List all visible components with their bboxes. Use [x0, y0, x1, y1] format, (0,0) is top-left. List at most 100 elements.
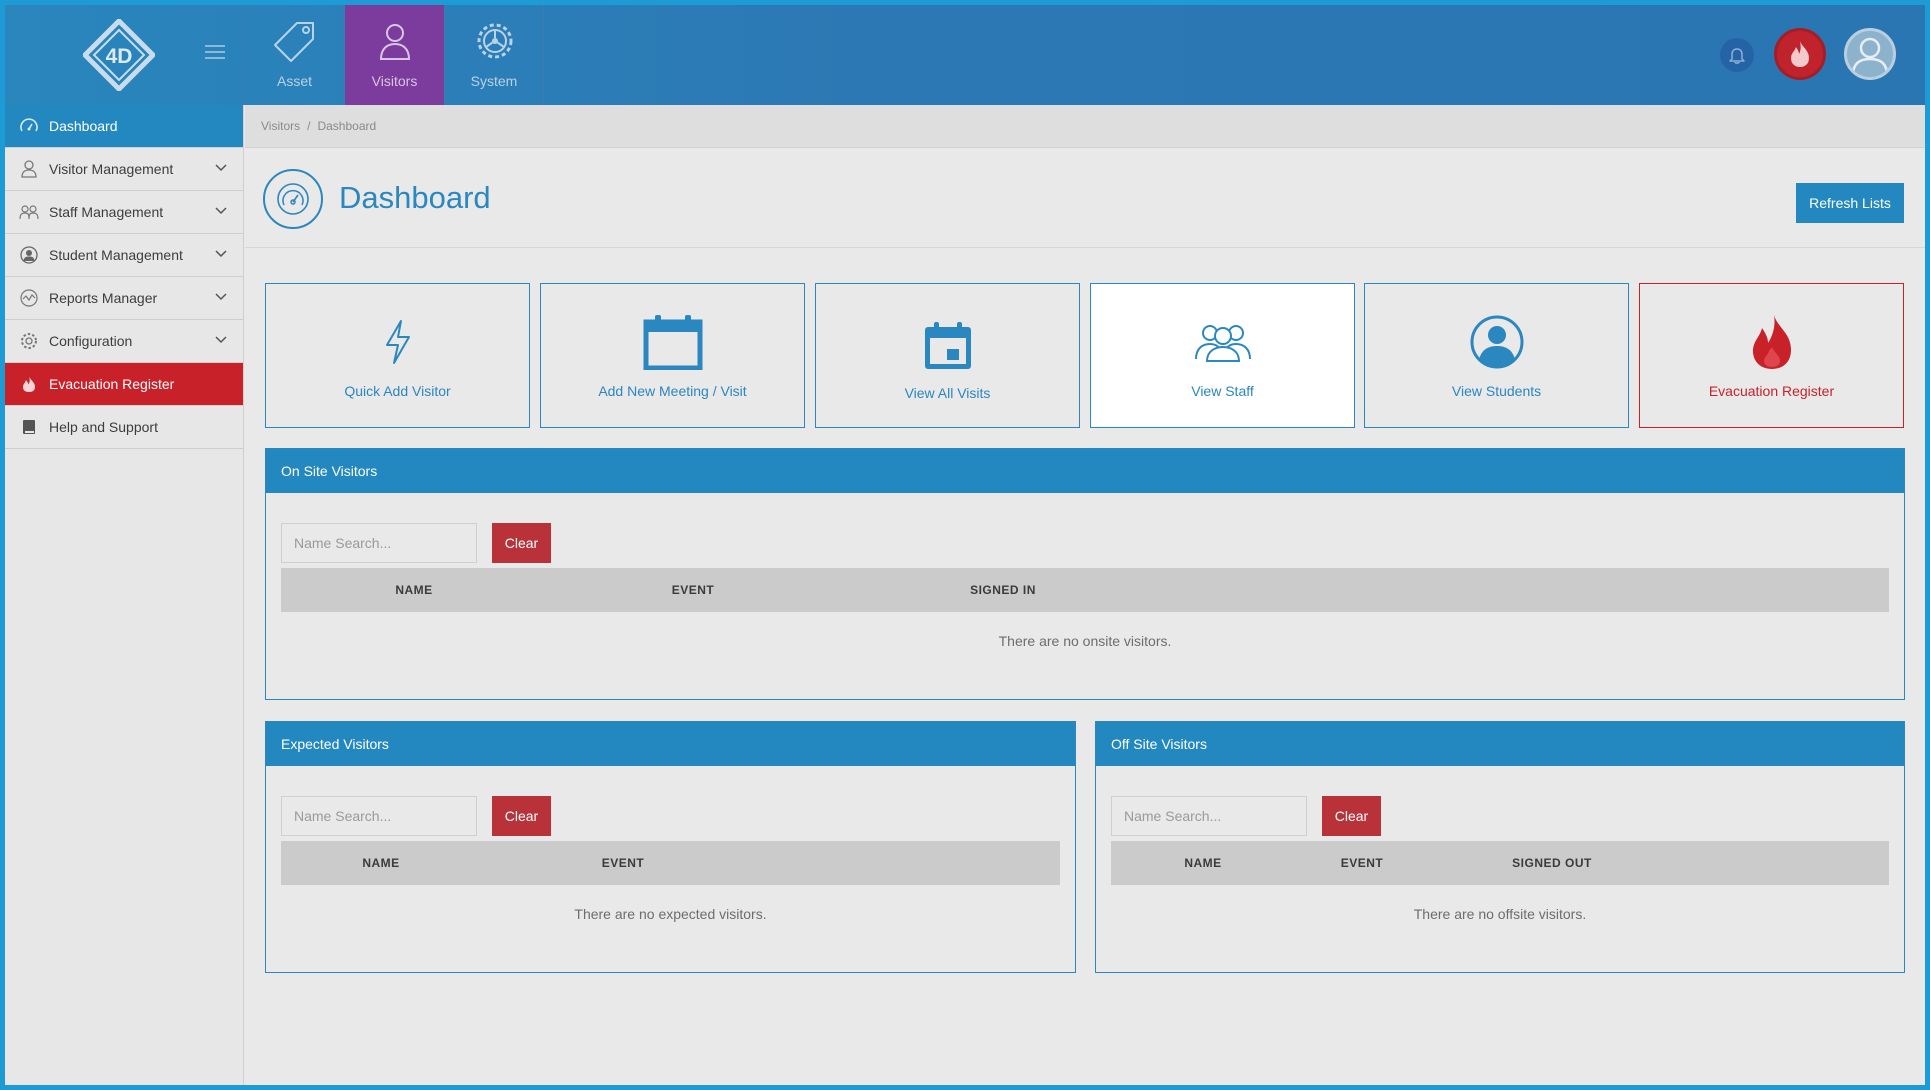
refresh-lists-button[interactable]: Refresh Lists	[1796, 183, 1904, 223]
name-search-input[interactable]	[1111, 796, 1307, 836]
column-header-name[interactable]: NAME	[395, 583, 432, 597]
fire-icon	[1640, 314, 1903, 370]
clear-button[interactable]: Clear	[492, 796, 551, 836]
tile-label: Evacuation Register	[1708, 383, 1835, 399]
gear-icon	[477, 23, 513, 59]
top-bar: 4D Asset Visitors System	[5, 5, 1925, 105]
tile-add-new-meeting[interactable]: Add New Meeting / Visit	[540, 283, 805, 428]
fire-icon	[1791, 41, 1809, 67]
table-header: NAME EVENT SIGNED OUT	[1111, 841, 1889, 885]
sidebar-item-label: Student Management	[49, 247, 183, 263]
tile-view-students[interactable]: View Students	[1364, 283, 1629, 428]
expected-visitors-panel: Expected Visitors Clear NAME EVENT There…	[265, 721, 1076, 973]
page-title: Dashboard	[339, 180, 491, 215]
empty-state-message: There are no expected visitors.	[574, 906, 767, 922]
tag-icon	[274, 22, 314, 62]
module-tab-system[interactable]: System	[444, 5, 544, 105]
table-header: NAME EVENT	[281, 841, 1060, 885]
user-avatar-button[interactable]	[1844, 28, 1896, 80]
person-icon	[19, 159, 39, 179]
module-tab-label: Asset	[276, 73, 312, 89]
sidebar-item-label: Help and Support	[49, 419, 158, 435]
group-icon	[1091, 314, 1354, 370]
column-header-event[interactable]: EVENT	[602, 856, 645, 870]
panel-title: Expected Visitors	[266, 722, 1075, 766]
name-search-input[interactable]	[281, 796, 477, 836]
app-logo[interactable]: 4D	[83, 19, 155, 91]
group-icon	[19, 202, 39, 222]
onsite-visitors-panel: On Site Visitors Clear NAME EVENT SIGNED…	[265, 448, 1905, 700]
table-header: NAME EVENT SIGNED IN	[281, 568, 1889, 612]
sidebar-item-dashboard[interactable]: Dashboard	[5, 105, 243, 148]
breadcrumb: Visitors / Dashboard	[245, 105, 1925, 148]
calendar-icon	[541, 314, 804, 370]
column-header-name[interactable]: NAME	[362, 856, 399, 870]
sidebar-item-help-and-support[interactable]: Help and Support	[5, 406, 243, 449]
tile-label: View Students	[1451, 383, 1542, 399]
sidebar-item-label: Evacuation Register	[49, 376, 175, 392]
student-icon	[19, 245, 39, 265]
person-icon	[379, 24, 411, 60]
offsite-visitors-panel: Off Site Visitors Clear NAME EVENT SIGNE…	[1095, 721, 1905, 973]
chart-icon	[19, 288, 39, 308]
empty-state-message: There are no onsite visitors.	[998, 633, 1172, 649]
module-tab-visitors[interactable]: Visitors	[344, 5, 444, 105]
tile-view-all-visits[interactable]: View All Visits	[815, 283, 1080, 428]
module-tab-label: System	[470, 73, 518, 89]
panel-title: Off Site Visitors	[1096, 722, 1904, 766]
chevron-down-icon	[215, 250, 227, 258]
breadcrumb-current: Dashboard	[317, 119, 377, 133]
sidebar: Dashboard Visitor Management Staff Manag…	[5, 105, 244, 1085]
sidebar-item-visitor-management[interactable]: Visitor Management	[5, 148, 243, 191]
bell-icon	[1729, 48, 1745, 64]
sidebar-item-label: Dashboard	[49, 118, 118, 134]
column-header-event[interactable]: EVENT	[1341, 856, 1384, 870]
lightning-icon	[266, 314, 529, 370]
tile-view-staff[interactable]: View Staff	[1090, 283, 1355, 428]
evacuation-alert-button[interactable]	[1774, 28, 1826, 80]
tile-label: View Staff	[1191, 383, 1254, 399]
sidebar-item-configuration[interactable]: Configuration	[5, 320, 243, 363]
dashboard-gauge-icon	[263, 169, 323, 229]
quick-action-tiles: Quick Add Visitor Add New Meeting / Visi…	[265, 283, 1905, 428]
clear-button[interactable]: Clear	[492, 523, 551, 563]
sidebar-item-label: Configuration	[49, 333, 133, 349]
tile-quick-add-visitor[interactable]: Quick Add Visitor	[265, 283, 530, 428]
panel-title: On Site Visitors	[266, 449, 1904, 493]
chevron-down-icon	[215, 164, 227, 172]
clear-button[interactable]: Clear	[1322, 796, 1381, 836]
fire-icon	[19, 374, 39, 394]
svg-text:4D: 4D	[106, 45, 133, 68]
tile-evacuation-register[interactable]: Evacuation Register	[1639, 283, 1904, 428]
book-icon	[19, 417, 39, 437]
notifications-button[interactable]	[1720, 38, 1754, 72]
app-window: 4D Asset Visitors System Dashboard Visit…	[0, 0, 1930, 1090]
main-content: Visitors / Dashboard Dashboard Refresh L…	[245, 105, 1925, 1085]
sidebar-item-label: Visitor Management	[49, 161, 174, 177]
sidebar-item-student-management[interactable]: Student Management	[5, 234, 243, 277]
sidebar-item-staff-management[interactable]: Staff Management	[5, 191, 243, 234]
sidebar-item-reports-manager[interactable]: Reports Manager	[5, 277, 243, 320]
name-search-input[interactable]	[281, 523, 477, 563]
sidebar-item-label: Reports Manager	[49, 290, 158, 306]
tile-label: View All Visits	[904, 385, 991, 401]
page-header: Dashboard Refresh Lists	[245, 148, 1925, 248]
module-tab-asset[interactable]: Asset	[244, 5, 344, 105]
chevron-down-icon	[215, 207, 227, 215]
gear-icon	[19, 331, 39, 351]
breadcrumb-separator: /	[307, 119, 311, 133]
tile-label: Quick Add Visitor	[344, 383, 451, 399]
sidebar-item-evacuation-register[interactable]: Evacuation Register	[5, 363, 243, 406]
column-header-event[interactable]: EVENT	[672, 583, 715, 597]
sidebar-item-label: Staff Management	[49, 204, 164, 220]
column-header-signed-in[interactable]: SIGNED IN	[970, 583, 1036, 597]
logo-area: 4D	[5, 5, 244, 105]
column-header-signed-out[interactable]: SIGNED OUT	[1512, 856, 1592, 870]
chevron-down-icon	[215, 293, 227, 301]
dashboard-gauge-icon	[19, 116, 39, 136]
breadcrumb-link-visitors[interactable]: Visitors	[261, 119, 300, 133]
menu-toggle-icon[interactable]	[205, 45, 225, 61]
column-header-name[interactable]: NAME	[1184, 856, 1221, 870]
avatar-icon	[1851, 37, 1889, 76]
chevron-down-icon	[215, 336, 227, 344]
